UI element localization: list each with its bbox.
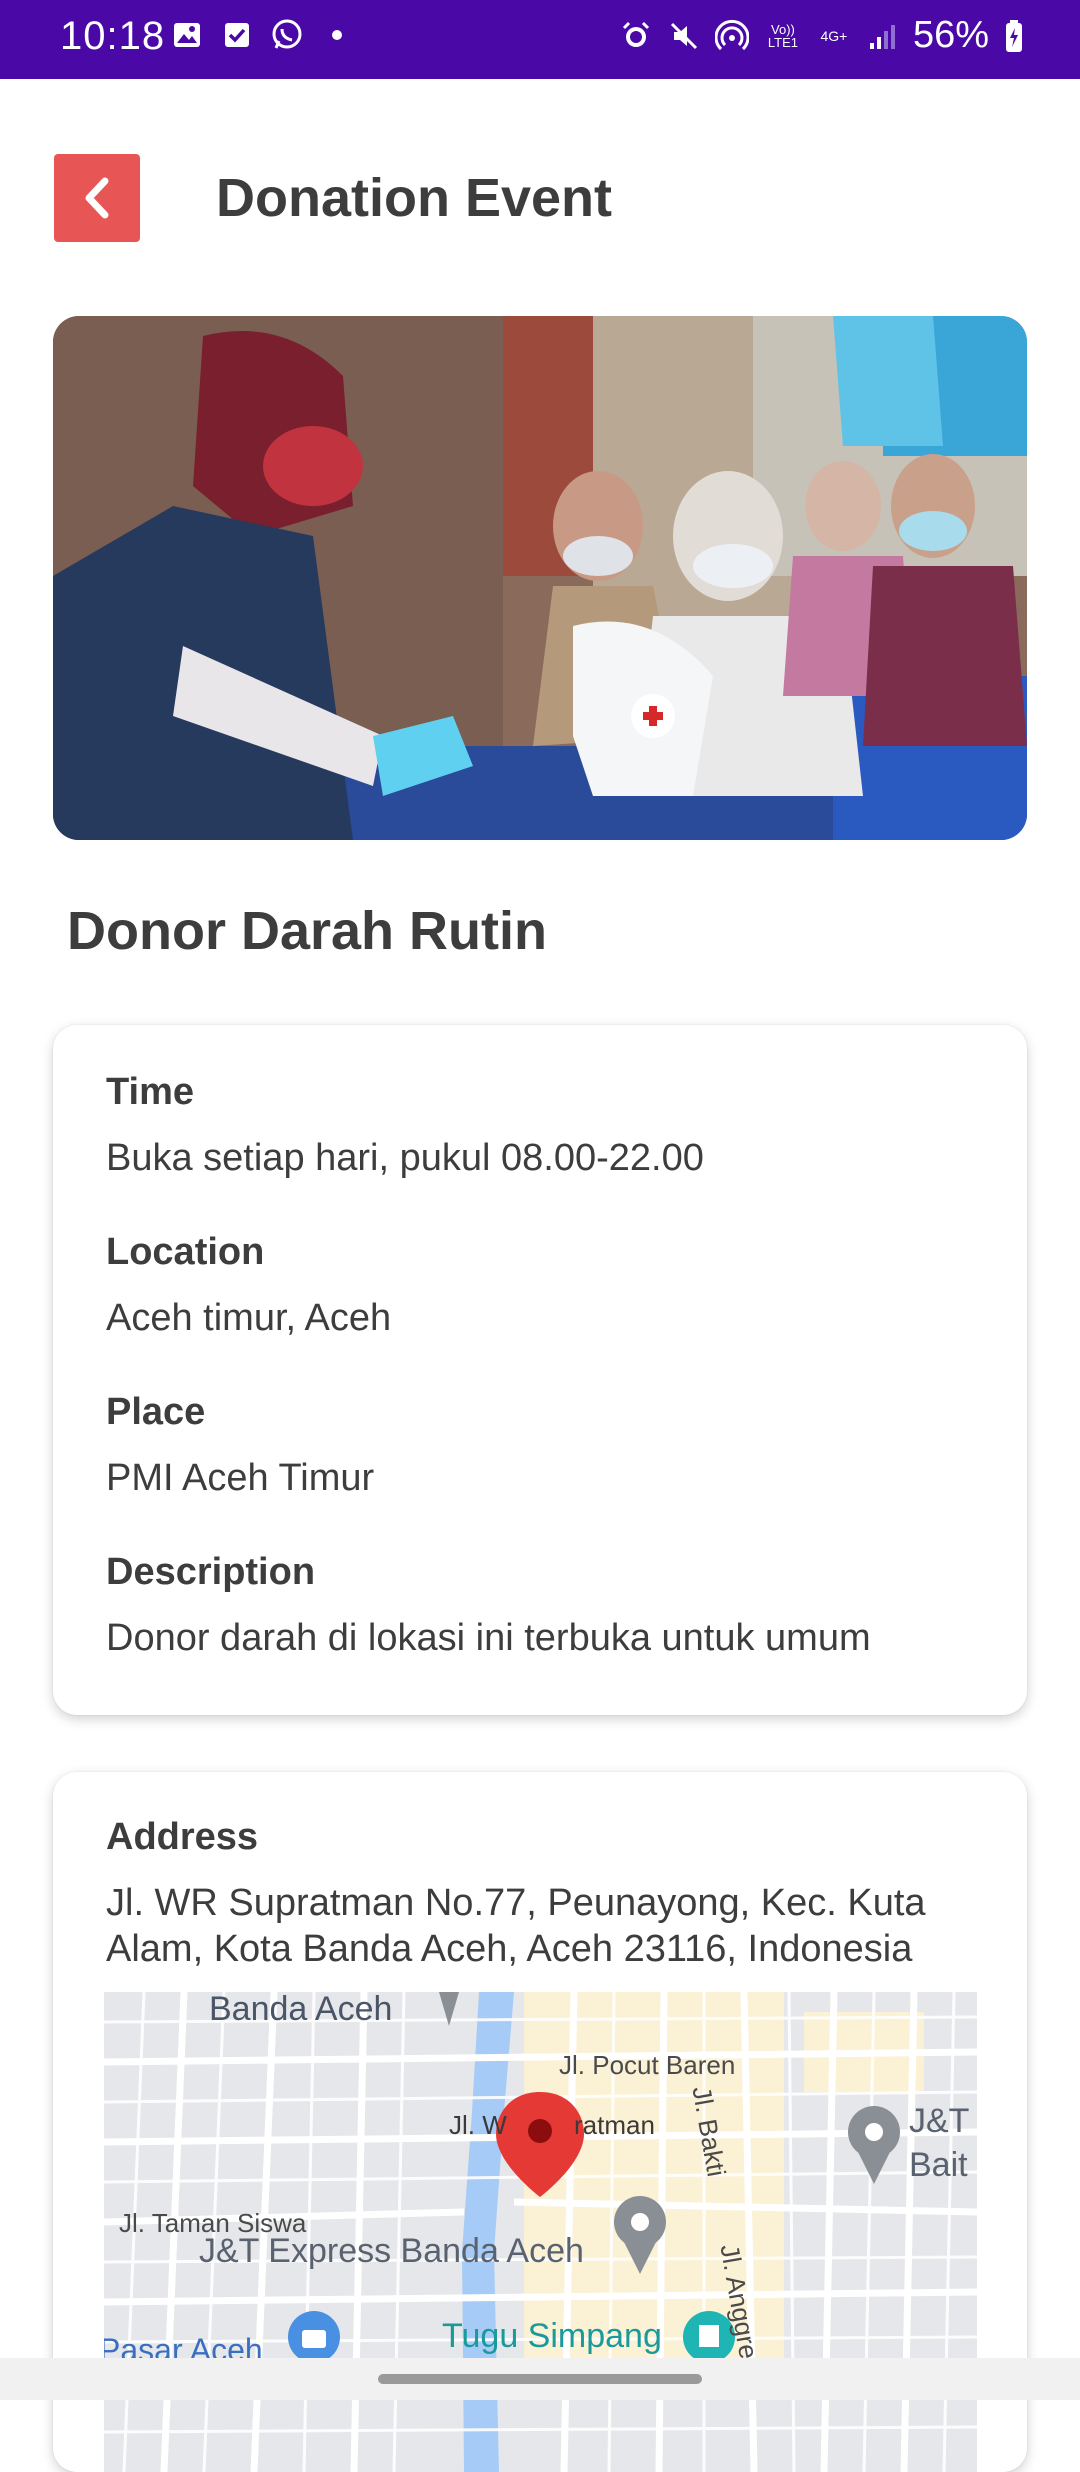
place-value: PMI Aceh Timur	[106, 1457, 375, 1499]
address-label: Address	[106, 1816, 259, 1858]
back-button[interactable]	[54, 154, 140, 242]
volte-icon: Vo)) LTE1	[767, 21, 798, 50]
description-label: Description	[106, 1551, 316, 1593]
alarm-icon	[619, 19, 653, 53]
map-label-jt-right-2: Bait	[909, 2146, 968, 2184]
checkbox-icon	[220, 18, 254, 52]
map-label-supratman-a: Jl. W	[449, 2110, 507, 2140]
hotspot-icon	[714, 19, 749, 53]
map-label-jt-right-1: J&T	[909, 2102, 970, 2140]
address-value: Jl. WR Supratman No.77, Peunayong, Kec. …	[106, 1882, 926, 1970]
dot-icon	[320, 18, 354, 52]
mute-icon	[667, 19, 701, 53]
whatsapp-icon	[270, 18, 304, 52]
map-label-tugu: Tugu Simpang	[442, 2317, 662, 2355]
map-label-jt-main: J&T Express Banda Aceh	[199, 2232, 584, 2270]
app-bar: Donation Event	[0, 79, 1080, 319]
battery-percent: 56%	[912, 14, 989, 56]
time-label: Time	[106, 1071, 195, 1113]
event-image	[53, 316, 1027, 840]
gesture-nav-bar	[0, 2358, 1080, 2400]
home-handle[interactable]	[378, 2374, 702, 2384]
map-label-pocut: Jl. Pocut Baren	[559, 2050, 736, 2080]
location-map[interactable]: Banda Aceh Jl. Pocut Baren Jl. W ratman …	[104, 1992, 977, 2472]
location-label: Location	[106, 1231, 265, 1273]
time-value: Buka setiap hari, pukul 08.00-22.00	[106, 1137, 704, 1179]
place-label: Place	[106, 1391, 206, 1433]
event-details-card: Time Buka setiap hari, pukul 08.00-22.00…	[53, 1025, 1027, 1715]
gallery-icon	[170, 18, 204, 52]
location-value: Aceh timur, Aceh	[106, 1297, 392, 1339]
4g-icon: 4G+	[820, 27, 848, 44]
chevron-left-icon	[85, 177, 109, 219]
signal-icon	[865, 19, 899, 53]
map-label-supratman-b: ratman	[574, 2110, 655, 2140]
event-title: Donor Darah Rutin	[67, 901, 547, 961]
status-bar: 10:18 Vo)) LTE1 4G+ 56%	[0, 0, 1080, 79]
page-title: Donation Event	[216, 168, 613, 228]
description-value: Donor darah di lokasi ini terbuka untuk …	[106, 1617, 871, 1659]
status-time: 10:18	[60, 14, 166, 58]
map-label-city: Banda Aceh	[209, 1992, 393, 2028]
battery-icon	[1003, 19, 1025, 53]
